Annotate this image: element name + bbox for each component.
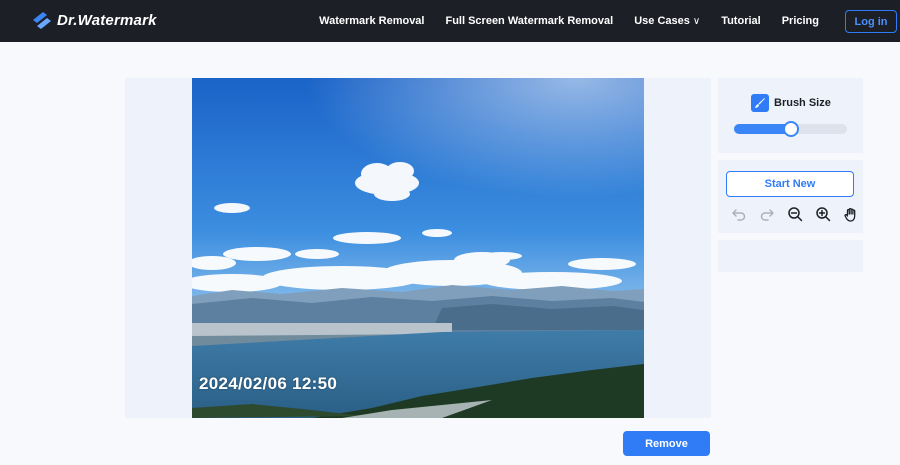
nav-link-use-cases-label: Use Cases — [634, 15, 690, 27]
brush-icon — [751, 94, 769, 112]
edit-toolbar — [725, 205, 865, 223]
nav-link-use-cases[interactable]: Use Cases ∨ — [634, 15, 700, 27]
nav-link-full-screen-removal[interactable]: Full Screen Watermark Removal — [445, 15, 613, 27]
zoom-out-icon[interactable] — [781, 205, 809, 223]
results-panel — [718, 240, 863, 272]
nav-link-tutorial[interactable]: Tutorial — [721, 15, 761, 27]
undo-icon[interactable] — [725, 205, 753, 223]
redo-icon[interactable] — [753, 205, 781, 223]
slider-handle[interactable] — [782, 121, 799, 137]
actions-panel: Start New — [718, 160, 863, 233]
login-button[interactable]: Log in — [845, 10, 897, 33]
landscape-image — [192, 78, 644, 418]
brush-size-panel: Brush Size — [718, 78, 863, 153]
nav-links: Watermark Removal Full Screen Watermark … — [298, 0, 819, 42]
zoom-in-icon[interactable] — [809, 205, 837, 223]
nav-link-watermark-removal[interactable]: Watermark Removal — [319, 15, 424, 27]
start-new-button[interactable]: Start New — [726, 171, 854, 197]
chevron-down-icon: ∨ — [692, 16, 701, 27]
brush-size-slider[interactable] — [734, 121, 847, 137]
brand-name: Dr.Watermark — [57, 11, 157, 29]
brush-size-label: Brush Size — [774, 97, 831, 109]
nav-link-pricing[interactable]: Pricing — [782, 15, 819, 27]
uploaded-photo[interactable]: 2024/02/06 12:50 — [192, 78, 644, 418]
brand-logo[interactable]: Dr.Watermark — [31, 10, 157, 30]
editor-canvas[interactable]: 2024/02/06 12:50 — [125, 78, 711, 418]
brand-mark-icon — [31, 10, 53, 30]
top-navbar: Dr.Watermark Watermark Removal Full Scre… — [0, 0, 900, 42]
remove-button[interactable]: Remove — [623, 431, 710, 456]
hand-icon[interactable] — [837, 205, 865, 223]
brush-size-header: Brush Size — [751, 94, 831, 112]
photo-timestamp-watermark: 2024/02/06 12:50 — [199, 374, 338, 393]
